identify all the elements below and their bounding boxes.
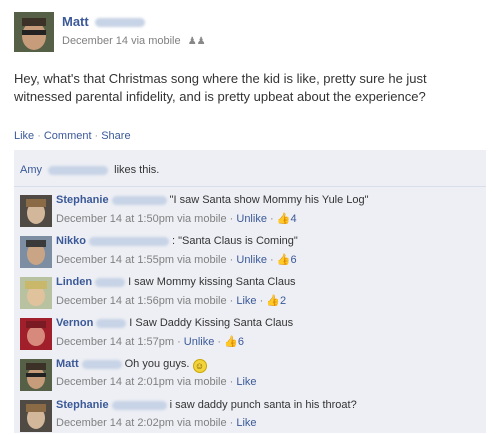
- divider: [14, 186, 486, 187]
- comment-like-toggle[interactable]: Unlike: [184, 336, 215, 348]
- comment-text-line: Stephanie "I saw Santa show Mommy his Yul…: [56, 194, 369, 206]
- redacted-surname: [111, 195, 167, 205]
- comment-meta: December 14 at 1:57pm · Unlike · 👍6: [56, 336, 244, 348]
- commenter-name[interactable]: Matt: [56, 358, 79, 370]
- post-actions: Like · Comment · Share: [14, 130, 131, 142]
- comment-meta: December 14 at 1:50pm via mobile · Unlik…: [56, 213, 297, 225]
- comment-text: : "Santa Claus is Coming": [171, 235, 298, 247]
- comment-meta: December 14 at 1:55pm via mobile · Unlik…: [56, 254, 297, 266]
- commenter-name[interactable]: Stephanie: [56, 194, 109, 206]
- comment-text-line: Matt Oh you guys. ☺: [56, 358, 207, 373]
- comment-like-toggle[interactable]: Like: [236, 376, 256, 388]
- comment-text: I Saw Daddy Kissing Santa Claus: [129, 317, 294, 329]
- like-button[interactable]: Like: [14, 130, 34, 142]
- post-author-avatar[interactable]: [14, 12, 54, 52]
- comment-avatar[interactable]: [20, 195, 52, 227]
- comment-item: Stephanie "I saw Santa show Mommy his Yul…: [14, 190, 486, 230]
- comment-item: Vernon I Saw Daddy Kissing Santa Claus De…: [14, 313, 486, 353]
- post-timestamp[interactable]: December 14 via mobile: [62, 35, 181, 47]
- redacted-surname: [48, 165, 109, 175]
- comment-time[interactable]: December 14 at 1:55pm via mobile: [56, 254, 227, 266]
- commenter-name[interactable]: Linden: [56, 276, 92, 288]
- thumbs-up-icon: 👍: [266, 295, 281, 307]
- comment-meta: December 14 at 1:56pm via mobile · Like …: [56, 295, 287, 307]
- comment-text: Oh you guys.: [124, 358, 190, 370]
- comment-avatar[interactable]: [20, 318, 52, 350]
- comment-meta: December 14 at 2:02pm via mobile · Like: [56, 417, 257, 429]
- comment-item: Matt Oh you guys. ☺ December 14 at 2:01pm…: [14, 354, 486, 394]
- comment-avatar[interactable]: [20, 400, 52, 432]
- comment-text-line: Vernon I Saw Daddy Kissing Santa Claus: [56, 317, 293, 329]
- comment-like-count[interactable]: 6: [290, 254, 296, 266]
- comment-text: I saw Mommy kissing Santa Claus: [128, 276, 296, 288]
- thumbs-up-icon: 👍: [276, 213, 291, 225]
- redacted-surname: [81, 359, 122, 369]
- comment-like-toggle[interactable]: Unlike: [236, 213, 267, 225]
- redacted-surname: [88, 236, 169, 246]
- comment-text-line: Stephanie i saw daddy punch santa in his …: [56, 399, 357, 411]
- commenter-name[interactable]: Nikko: [56, 235, 86, 247]
- post-author: Matt: [62, 14, 148, 29]
- comment-like-toggle[interactable]: Unlike: [236, 254, 267, 266]
- thumbs-up-icon: 👍: [276, 254, 291, 266]
- comment-text: i saw daddy punch santa in his throat?: [169, 399, 357, 411]
- redacted-surname: [95, 18, 146, 28]
- comment-item: Stephanie i saw daddy punch santa in his …: [14, 395, 486, 435]
- comment-button[interactable]: Comment: [44, 130, 92, 142]
- comment-avatar[interactable]: [20, 236, 52, 268]
- feedback-panel: Amy likes this. Stephanie "I saw Santa sh…: [14, 150, 486, 433]
- share-button[interactable]: Share: [101, 130, 130, 142]
- redacted-surname: [111, 400, 167, 410]
- comment-time[interactable]: December 14 at 1:50pm via mobile: [56, 213, 227, 225]
- commenter-name[interactable]: Stephanie: [56, 399, 109, 411]
- comment-text-line: Linden I saw Mommy kissing Santa Claus: [56, 276, 296, 288]
- comment-like-toggle[interactable]: Like: [236, 417, 256, 429]
- comment-avatar[interactable]: [20, 359, 52, 391]
- smiley-icon: ☺: [192, 359, 207, 373]
- comment-meta: December 14 at 2:01pm via mobile · Like: [56, 376, 257, 388]
- friends-icon: ♟♟: [187, 36, 206, 47]
- comment-time[interactable]: December 14 at 1:57pm: [56, 336, 174, 348]
- comment-item: Nikko : "Santa Claus is Coming" December …: [14, 231, 486, 271]
- post-meta: December 14 via mobile ♟♟: [62, 35, 206, 47]
- redacted-surname: [96, 318, 127, 328]
- comment-like-count[interactable]: 6: [238, 336, 244, 348]
- liker-name[interactable]: Amy: [20, 164, 42, 176]
- comment-time[interactable]: December 14 at 2:02pm via mobile: [56, 417, 227, 429]
- comment-item: Linden I saw Mommy kissing Santa Claus De…: [14, 272, 486, 312]
- comment-like-count[interactable]: 4: [290, 213, 296, 225]
- comment-text: "I saw Santa show Mommy his Yule Log": [169, 194, 369, 206]
- comment-time[interactable]: December 14 at 1:56pm via mobile: [56, 295, 227, 307]
- thumbs-up-icon: 👍: [224, 336, 238, 348]
- likes-summary: Amy likes this.: [20, 164, 159, 176]
- comment-avatar[interactable]: [20, 277, 52, 309]
- comment-time[interactable]: December 14 at 2:01pm via mobile: [56, 376, 227, 388]
- likes-suffix: likes this.: [114, 164, 160, 176]
- post-author-name[interactable]: Matt: [62, 14, 89, 29]
- post-text: Hey, what's that Christmas song where th…: [14, 71, 427, 104]
- comment-like-count[interactable]: 2: [280, 295, 286, 307]
- commenter-name[interactable]: Vernon: [56, 317, 93, 329]
- comment-text-line: Nikko : "Santa Claus is Coming": [56, 235, 298, 247]
- comment-like-toggle[interactable]: Like: [236, 295, 256, 307]
- redacted-surname: [95, 277, 126, 287]
